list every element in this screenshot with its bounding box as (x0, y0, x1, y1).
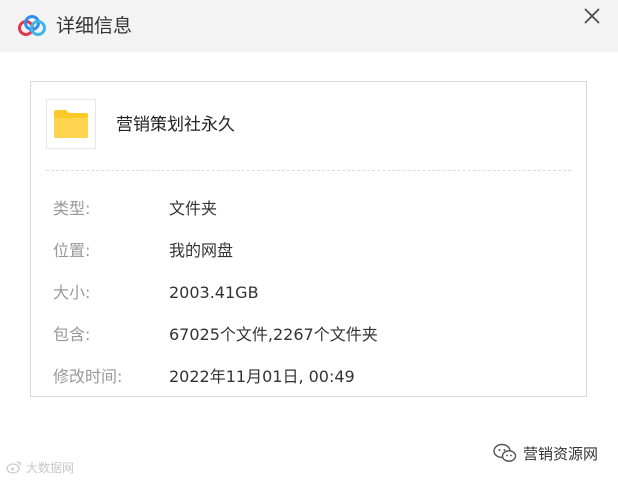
contents-label: 包含: (53, 325, 91, 344)
details-dialog: 详细信息 营销策划社永久 类型: 文件夹 位置: 我的网盘 大小: 2003.4… (0, 0, 618, 480)
details-card: 营销策划社永久 类型: 文件夹 位置: 我的网盘 大小: 2003.41GB 包… (30, 81, 587, 397)
watermark-left: 大数据网 (6, 459, 74, 475)
watermark-right: 营销资源网 (493, 441, 598, 465)
close-button[interactable] (578, 4, 606, 32)
divider (46, 170, 571, 171)
wechat-icon (493, 443, 517, 462)
info-row-contents: 包含: 67025个文件,2267个文件夹 (31, 323, 586, 347)
watermark-left-text: 大数据网 (26, 460, 75, 475)
title-bar: 详细信息 (0, 0, 618, 52)
file-thumbnail (46, 99, 96, 149)
size-label: 大小: (53, 283, 91, 302)
type-label: 类型: (53, 199, 91, 218)
location-label: 位置: (53, 241, 91, 260)
info-row-type: 类型: 文件夹 (31, 197, 586, 221)
size-value: 2003.41GB (169, 283, 259, 302)
folder-icon (54, 110, 88, 138)
info-row-modified: 修改时间: 2022年11月01日, 00:49 (31, 365, 586, 389)
info-row-location: 位置: 我的网盘 (31, 239, 586, 263)
modified-value: 2022年11月01日, 00:49 (169, 367, 355, 386)
dialog-title: 详细信息 (56, 15, 133, 37)
type-value: 文件夹 (169, 199, 218, 218)
baidu-netdisk-logo-icon (17, 15, 47, 37)
close-icon (583, 7, 601, 29)
watermark-right-text: 营销资源网 (523, 444, 599, 463)
weibo-icon (6, 461, 22, 474)
location-value: 我的网盘 (169, 241, 234, 260)
info-row-size: 大小: 2003.41GB (31, 281, 586, 305)
file-name: 营销策划社永久 (116, 115, 235, 135)
modified-label: 修改时间: (53, 367, 123, 386)
contents-value: 67025个文件,2267个文件夹 (169, 325, 378, 344)
